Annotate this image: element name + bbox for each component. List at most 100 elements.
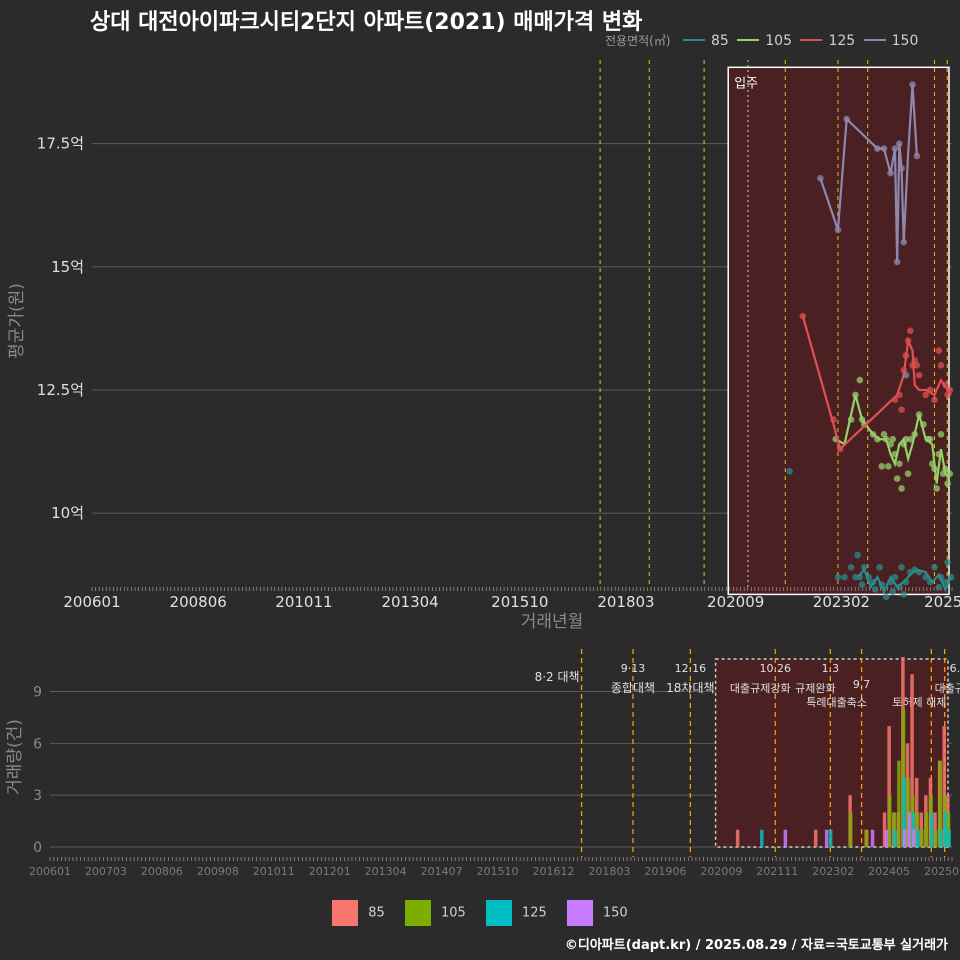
bar-105 bbox=[920, 829, 924, 847]
bar-legend-swatch-125 bbox=[485, 900, 512, 926]
data-point-105 bbox=[898, 485, 905, 492]
bar-125 bbox=[828, 829, 833, 847]
data-point-105 bbox=[942, 465, 949, 473]
bar-legend-swatch-150 bbox=[566, 900, 593, 926]
x-tick-label: 202009 bbox=[707, 593, 764, 611]
x-tick-label: 200601 bbox=[63, 593, 120, 611]
bar-125 bbox=[916, 829, 920, 847]
data-point-150 bbox=[874, 145, 881, 152]
data-point-105 bbox=[911, 430, 919, 438]
bar-legend-label-125: 125 bbox=[521, 905, 547, 921]
bar-x-tick-label: 202009 bbox=[700, 865, 742, 878]
data-point-85 bbox=[915, 568, 923, 576]
data-point-85 bbox=[869, 578, 877, 586]
bar-125 bbox=[893, 829, 897, 847]
bar-85 bbox=[735, 829, 740, 847]
policy-label-text: 규제완화 bbox=[795, 682, 835, 695]
bar-legend-item-85: 85 bbox=[332, 900, 385, 926]
bar-legend-swatch-105 bbox=[404, 900, 431, 926]
data-point-105 bbox=[889, 435, 897, 443]
data-point-125 bbox=[902, 352, 910, 359]
bar-x-tick-label: 202405 bbox=[868, 865, 910, 878]
data-point-85 bbox=[856, 573, 864, 581]
data-point-105 bbox=[931, 465, 938, 473]
data-point-105 bbox=[885, 463, 892, 470]
bottom-legend: 85 105 125 150 bbox=[0, 900, 960, 926]
data-point-105 bbox=[907, 435, 914, 443]
data-point-150 bbox=[887, 169, 894, 177]
data-point-85 bbox=[937, 573, 945, 581]
data-point-105 bbox=[852, 391, 859, 399]
data-point-85 bbox=[882, 593, 890, 601]
data-point-125 bbox=[913, 362, 921, 369]
data-point-150 bbox=[817, 174, 824, 182]
bar-y-axis-title: 거래량(건) bbox=[5, 719, 25, 795]
data-point-105 bbox=[904, 470, 912, 478]
data-point-150 bbox=[880, 145, 888, 152]
policy-label-date: 9·13 bbox=[621, 662, 646, 675]
data-point-125 bbox=[915, 371, 923, 379]
policy-label-text: 토허제 해제 bbox=[892, 695, 946, 709]
data-point-85 bbox=[900, 591, 908, 598]
data-point-125 bbox=[830, 416, 837, 423]
data-point-150 bbox=[898, 164, 905, 172]
bar-x-tick-label: 201304 bbox=[365, 865, 407, 878]
policy-label-date: 12·16 bbox=[675, 662, 707, 675]
data-point-125 bbox=[926, 386, 934, 394]
bar-150 bbox=[912, 829, 916, 847]
bar-150 bbox=[870, 829, 875, 847]
bar-x-tick-label: 201803 bbox=[588, 865, 630, 878]
data-point-125 bbox=[931, 396, 938, 404]
data-point-125 bbox=[836, 445, 844, 453]
data-point-85 bbox=[847, 563, 855, 571]
data-point-150 bbox=[896, 140, 903, 147]
policy-label-text: 18차대책 bbox=[666, 680, 714, 695]
bar-125 bbox=[760, 829, 764, 847]
bar-x-tick-label: 201011 bbox=[253, 865, 295, 878]
data-point-125 bbox=[907, 327, 914, 335]
data-point-85 bbox=[922, 573, 929, 581]
data-point-125 bbox=[896, 391, 903, 399]
bar-x-tick-label: 200601 bbox=[29, 865, 71, 878]
policy-label-date: 1.3 bbox=[822, 662, 840, 675]
bar-x-tick-label: 201906 bbox=[644, 865, 686, 878]
data-point-85 bbox=[834, 573, 842, 581]
data-point-125 bbox=[946, 386, 954, 394]
data-point-150 bbox=[891, 145, 899, 152]
policy-label-date: 9.7 bbox=[853, 678, 871, 691]
data-point-85 bbox=[889, 588, 897, 596]
data-point-85 bbox=[891, 573, 899, 581]
bar-150 bbox=[783, 829, 788, 847]
bar-x-tick-label: 200908 bbox=[197, 865, 239, 878]
bar-125 bbox=[939, 829, 943, 847]
data-point-85 bbox=[841, 573, 848, 581]
bar-y-tick-label: 9 bbox=[33, 685, 42, 701]
data-point-105 bbox=[937, 430, 945, 438]
data-point-105 bbox=[869, 430, 877, 438]
bar-105 bbox=[865, 829, 869, 847]
data-point-125 bbox=[891, 396, 899, 404]
occupancy-annotation: 입주 bbox=[734, 76, 758, 91]
data-point-125 bbox=[922, 391, 929, 399]
bar-85 bbox=[813, 829, 818, 847]
bar-105 bbox=[933, 829, 938, 847]
bar-legend-item-105: 105 bbox=[404, 900, 466, 926]
bar-150 bbox=[884, 829, 889, 847]
bar-x-tick-label: 202111 bbox=[756, 865, 798, 878]
bar-legend-label-105: 105 bbox=[440, 905, 466, 921]
data-point-105 bbox=[882, 435, 890, 443]
bar-150 bbox=[824, 829, 829, 847]
bar-y-tick-label: 0 bbox=[33, 840, 42, 856]
data-point-105 bbox=[935, 450, 943, 458]
data-point-125 bbox=[935, 347, 943, 354]
data-point-125 bbox=[937, 362, 945, 369]
policy-label: 8·2 대책 bbox=[535, 669, 580, 684]
data-point-105 bbox=[847, 416, 855, 423]
bar-legend-label-150: 150 bbox=[602, 905, 628, 921]
data-point-105 bbox=[891, 450, 899, 458]
y-axis-title: 평균가(원) bbox=[7, 283, 27, 359]
x-tick-label: 201011 bbox=[275, 593, 332, 611]
data-point-85 bbox=[858, 581, 866, 588]
bar-legend-label-85: 85 bbox=[368, 905, 385, 921]
policy-label-date: 6.27 bbox=[950, 662, 960, 675]
